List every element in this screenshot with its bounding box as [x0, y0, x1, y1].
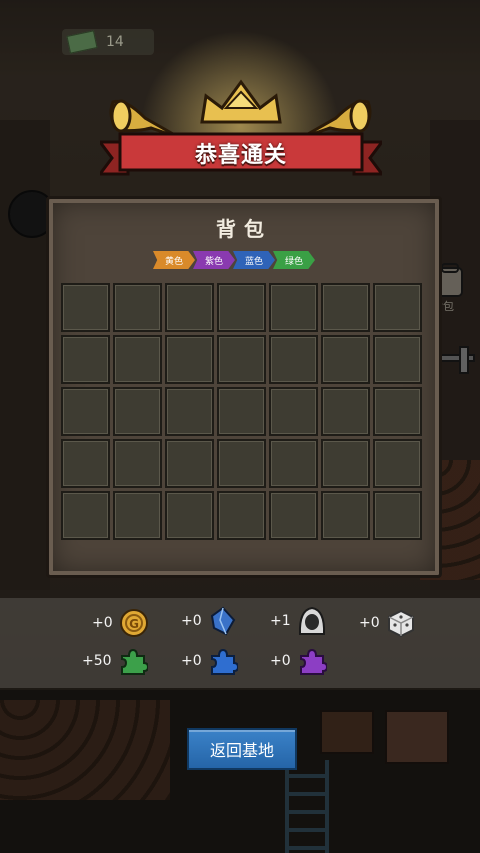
tag-purple[interactable]: 紫色 [193, 251, 235, 269]
reward-value: +0 [181, 613, 202, 629]
tag-green[interactable]: 绿色 [273, 251, 315, 269]
bag-slot[interactable] [217, 491, 266, 540]
reward-value: +0 [92, 615, 113, 631]
cash-value: 14 [106, 34, 124, 50]
reward-value: +0 [270, 653, 291, 669]
tag-blue[interactable]: 蓝色 [233, 251, 275, 269]
bag-slot[interactable] [113, 335, 162, 384]
reward-green-puzzle: +50 [82, 646, 148, 676]
bag-slot[interactable] [217, 283, 266, 332]
bag-panel: 背包 黄色 紫色 蓝色 绿色 [46, 196, 442, 578]
blue-crystal-icon [210, 606, 235, 636]
bag-slot[interactable] [61, 387, 110, 436]
bag-title: 背包 [216, 217, 272, 241]
bag-slot[interactable] [269, 491, 318, 540]
reward-purple-puzzle: +0 [270, 646, 327, 676]
bag-slot[interactable] [321, 491, 370, 540]
bag-slot[interactable] [113, 439, 162, 488]
bag-slot[interactable] [113, 387, 162, 436]
color-filter-tags: 黄色 紫色 蓝色 绿色 [153, 251, 315, 269]
blue-puzzle-icon [210, 648, 238, 675]
purple-puzzle-icon [299, 648, 327, 675]
victory-title: 恭喜通关 [194, 143, 287, 168]
gold-coin-icon: G [119, 609, 148, 637]
bag-slot[interactable] [321, 335, 370, 384]
bag-slot[interactable] [321, 387, 370, 436]
bag-slot[interactable] [373, 491, 422, 540]
bag-slot[interactable] [165, 283, 214, 332]
bag-slot[interactable] [321, 283, 370, 332]
bag-slot[interactable] [269, 387, 318, 436]
reward-crystal: +0 [181, 606, 238, 636]
crown-icon [200, 79, 282, 124]
bag-slot[interactable] [269, 283, 318, 332]
bag-slot[interactable] [113, 491, 162, 540]
bag-slot[interactable] [373, 439, 422, 488]
bag-slot[interactable] [61, 335, 110, 384]
reward-value: +1 [270, 613, 291, 629]
reward-value: +0 [181, 653, 202, 669]
bag-slot[interactable] [373, 387, 422, 436]
hooded-character-icon [298, 606, 325, 635]
reward-value: +50 [82, 653, 112, 669]
bag-slot[interactable] [61, 283, 110, 332]
bag-slot[interactable] [373, 283, 422, 332]
bag-slot[interactable] [217, 387, 266, 436]
reward-gold: +0 G [92, 608, 149, 638]
bag-slot[interactable] [165, 335, 214, 384]
cash-icon [66, 30, 98, 54]
svg-text:G: G [129, 617, 139, 631]
bag-slot[interactable] [165, 387, 214, 436]
reward-value: +0 [359, 615, 380, 631]
bag-slot[interactable] [321, 439, 370, 488]
bag-slot[interactable] [165, 439, 214, 488]
bag-slot[interactable] [61, 439, 110, 488]
bag-slot[interactable] [165, 491, 214, 540]
green-puzzle-icon [120, 648, 148, 675]
white-dice-icon [387, 609, 414, 638]
bag-slot[interactable] [61, 491, 110, 540]
bag-grid [61, 283, 422, 540]
tag-yellow[interactable]: 黄色 [153, 251, 195, 269]
bag-slot[interactable] [269, 335, 318, 384]
bag-slot[interactable] [217, 335, 266, 384]
bag-slot[interactable] [113, 283, 162, 332]
bag-slot[interactable] [217, 439, 266, 488]
bag-slot[interactable] [269, 439, 318, 488]
return-to-base-button[interactable]: 返回基地 [187, 728, 297, 770]
reward-dice: +0 [359, 608, 416, 638]
bag-slot[interactable] [373, 335, 422, 384]
reward-character: +1 [270, 606, 327, 636]
reward-blue-puzzle: +0 [181, 646, 238, 676]
